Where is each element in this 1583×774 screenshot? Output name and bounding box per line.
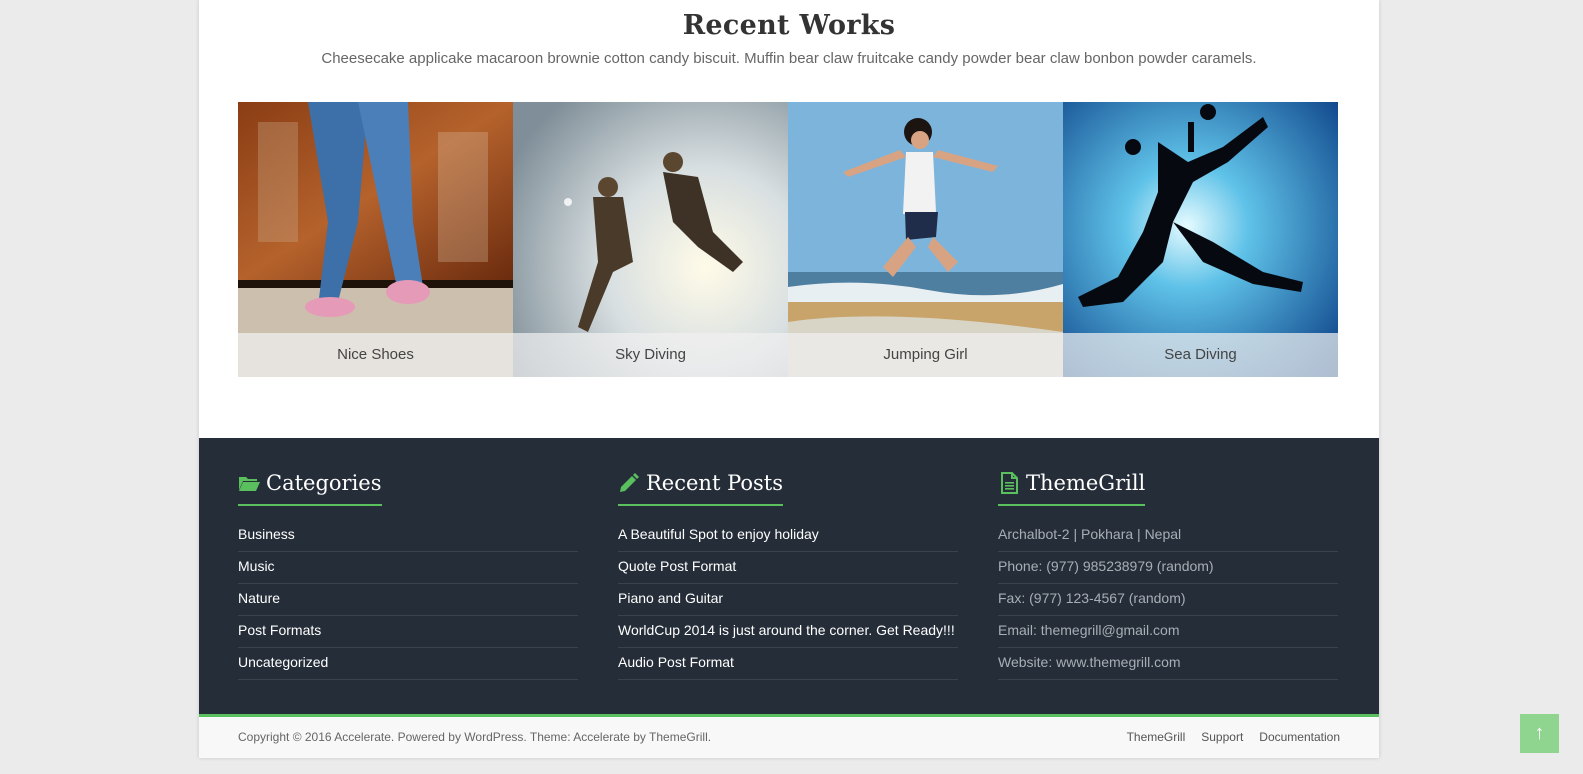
work-item-caption: Sky Diving — [513, 333, 788, 377]
page-container: Recent Works Cheesecake applicake macaro… — [199, 0, 1379, 758]
footer-link-support[interactable]: Support — [1201, 717, 1243, 757]
recent-works-title: Recent Works — [682, 10, 896, 41]
work-item-sky-diving[interactable]: Sky Diving — [513, 102, 788, 377]
categories-list: Business Music Nature Post Formats Uncat… — [238, 520, 578, 680]
category-link[interactable]: Uncategorized — [238, 648, 578, 680]
recent-posts-widget: Recent Posts A Beautiful Spot to enjoy h… — [618, 468, 958, 680]
category-link[interactable]: Post Formats — [238, 616, 578, 648]
themegrill-title: ThemeGrill — [1026, 471, 1146, 495]
folder-open-icon — [239, 477, 260, 491]
work-item-caption: Jumping Girl — [788, 333, 1063, 377]
recent-post-link[interactable]: Quote Post Format — [618, 552, 958, 584]
work-item-caption: Nice Shoes — [238, 333, 513, 377]
themegrill-widget: ThemeGrill Archalbot-2 | Pokhara | Nepal… — [998, 468, 1338, 680]
recent-works-gallery: Nice Shoes Sky Diving Jumping Girl Sea D… — [238, 102, 1338, 377]
categories-heading: Categories — [238, 468, 382, 506]
recent-post-link[interactable]: Piano and Guitar — [618, 584, 958, 616]
recent-posts-title: Recent Posts — [646, 471, 783, 495]
work-item-nice-shoes[interactable]: Nice Shoes — [238, 102, 513, 377]
scroll-to-top-button[interactable]: ↑ — [1520, 714, 1559, 753]
pencil-icon — [620, 473, 639, 492]
footer-link-documentation[interactable]: Documentation — [1259, 717, 1340, 757]
footer-nav: ThemeGrill Support Documentation — [1127, 717, 1340, 757]
recent-posts-heading: Recent Posts — [618, 468, 783, 506]
footer-bottom-bar: Copyright © 2016 Accelerate. Powered by … — [199, 714, 1379, 758]
recent-post-link[interactable]: A Beautiful Spot to enjoy holiday — [618, 520, 958, 552]
document-icon — [1001, 472, 1018, 494]
contact-info-list: Archalbot-2 | Pokhara | Nepal Phone: (97… — [998, 520, 1338, 680]
recent-post-link[interactable]: Audio Post Format — [618, 648, 958, 680]
category-link[interactable]: Music — [238, 552, 578, 584]
recent-post-link[interactable]: WorldCup 2014 is just around the corner.… — [618, 616, 958, 648]
category-link[interactable]: Business — [238, 520, 578, 552]
work-item-sea-diving[interactable]: Sea Diving — [1063, 102, 1338, 377]
work-item-caption: Sea Diving — [1063, 333, 1338, 377]
recent-posts-list: A Beautiful Spot to enjoy holiday Quote … — [618, 520, 958, 680]
categories-widget: Categories Business Music Nature Post Fo… — [238, 468, 578, 680]
arrow-up-icon: ↑ — [1534, 722, 1545, 744]
work-item-jumping-girl[interactable]: Jumping Girl — [788, 102, 1063, 377]
categories-title: Categories — [266, 471, 382, 495]
contact-phone: Phone: (977) 985238979 (random) — [998, 552, 1338, 584]
contact-address: Archalbot-2 | Pokhara | Nepal — [998, 520, 1338, 552]
footer-link-themegrill[interactable]: ThemeGrill — [1127, 717, 1186, 757]
recent-works-section: Recent Works Cheesecake applicake macaro… — [199, 0, 1379, 438]
footer-widgets: Categories Business Music Nature Post Fo… — [199, 438, 1379, 714]
themegrill-heading: ThemeGrill — [998, 468, 1146, 506]
contact-fax: Fax: (977) 123-4567 (random) — [998, 584, 1338, 616]
category-link[interactable]: Nature — [238, 584, 578, 616]
contact-website: Website: www.themegrill.com — [998, 648, 1338, 680]
copyright-text: Copyright © 2016 Accelerate. Powered by … — [238, 730, 712, 744]
recent-works-description: Cheesecake applicake macaroon brownie co… — [321, 50, 1257, 67]
contact-email: Email: themegrill@gmail.com — [998, 616, 1338, 648]
